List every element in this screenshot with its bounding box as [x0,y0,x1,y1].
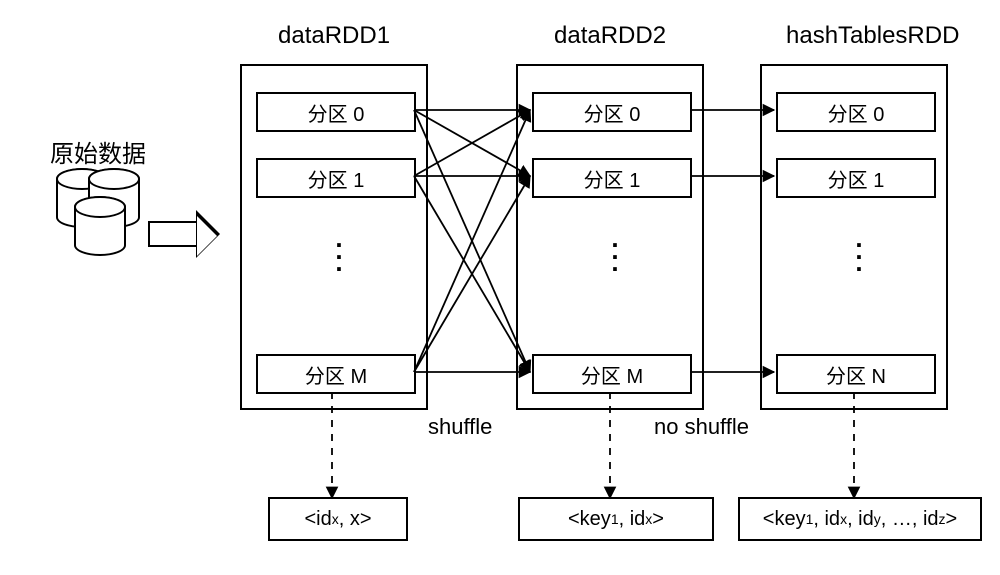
text: , id [847,508,874,531]
partition-box: 分区 1 [256,158,416,198]
text: <id [304,508,331,531]
subscript: 1 [806,511,814,527]
subscript: y [874,511,881,527]
text: <key [568,508,611,531]
operation-label-shuffle: shuffle [428,414,492,440]
source-label: 原始数据 [50,134,146,169]
text: , id [619,508,646,531]
database-cylinder-icon [74,196,126,256]
column-1: 分区 0 分区 1 ... 分区 M [240,64,428,410]
diagram-root: 原始数据 dataRDD1 dataRDD2 hashTablesRDD 分区 … [0,0,1000,575]
partition-box: 分区 N [776,354,936,394]
partition-box: 分区 M [256,354,416,394]
subscript: 1 [611,511,619,527]
text: <key [763,508,806,531]
subscript: z [939,511,946,527]
vertical-ellipsis-icon: ... [778,232,946,268]
partition-box: 分区 0 [256,92,416,132]
partition-box: 分区 1 [532,158,692,198]
data-format-box-3: <key1, idx, idy, …, idz> [738,497,982,541]
vertical-ellipsis-icon: ... [534,232,702,268]
text: , …, id [881,508,939,531]
subscript: x [840,511,847,527]
partition-box: 分区 0 [776,92,936,132]
data-format-box-1: <idx, x> [268,497,408,541]
subscript: x [332,511,339,527]
operation-label-no-shuffle: no shuffle [654,414,749,440]
text: > [652,508,664,531]
partition-box: 分区 0 [532,92,692,132]
data-format-box-2: <key1, idx> [518,497,714,541]
column-2: 分区 0 分区 1 ... 分区 M [516,64,704,410]
partition-box: 分区 M [532,354,692,394]
fat-arrow-icon [148,210,220,258]
column-3: 分区 0 分区 1 ... 分区 N [760,64,948,410]
text: , x> [339,508,372,531]
text: > [946,508,958,531]
column-title-1: dataRDD1 [278,22,390,50]
vertical-ellipsis-icon: ... [258,232,426,268]
text: , id [813,508,840,531]
subscript: x [645,511,652,527]
partition-box: 分区 1 [776,158,936,198]
column-title-3: hashTablesRDD [786,22,959,50]
column-title-2: dataRDD2 [554,22,666,50]
